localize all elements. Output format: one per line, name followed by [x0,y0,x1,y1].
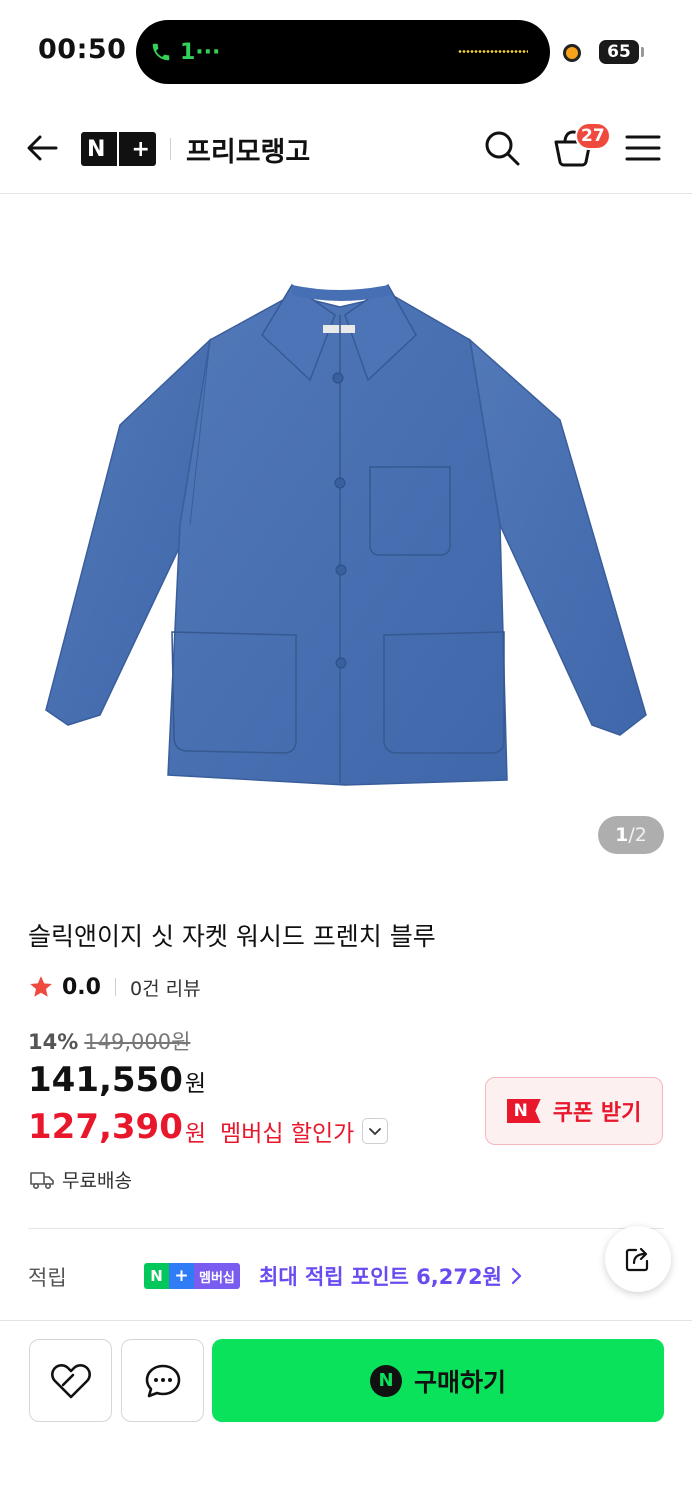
chevron-right-icon [511,1267,522,1285]
audio-wave [458,50,528,53]
logo-plus: + [131,136,150,162]
product-image-carousel[interactable] [0,195,692,885]
original-price: 149,000원 [84,1030,191,1054]
coupon-n-icon: N [506,1099,541,1123]
membership-badge: N + 멤버십 [144,1263,240,1289]
chevron-down-icon [369,1128,382,1135]
sale-price-currency: 원 [184,1071,207,1097]
points-label: 적립 [28,1266,67,1290]
share-button[interactable] [605,1226,671,1292]
truck-icon [30,1171,54,1189]
member-price-label: 멤버십 할인가 [220,1121,355,1147]
logo-separator [117,132,120,166]
sale-price-row: 141,550 원 [28,1060,206,1100]
member-price-expand-button[interactable] [362,1118,389,1144]
chat-button[interactable] [121,1339,204,1422]
back-arrow-icon [27,135,58,161]
naver-pay-icon: N [369,1364,402,1397]
points-row[interactable]: 적립 N + 멤버십 최대 적립 포인트 6,272원 [28,1258,664,1294]
discount-rate: 14% [28,1030,79,1054]
back-button[interactable] [22,128,62,168]
status-bar: 00:50 1··· 65 [0,0,692,100]
naver-plus-logo[interactable]: N + [81,132,156,166]
image-counter-total: 2 [634,824,647,846]
shipping-text: 무료배송 [62,1170,132,1192]
buy-button-label: 구매하기 [413,1367,506,1397]
product-title: 슬릭앤이지 싯 자켓 워시드 프렌치 블루 [28,922,436,951]
header-divider [170,138,171,160]
call-indicator[interactable]: 1··· [150,34,220,70]
wishlist-button[interactable] [29,1339,112,1422]
phone-icon [152,43,170,61]
section-divider [28,1228,664,1229]
battery-tip [641,47,644,57]
top-navigation: N + 프리모랭고 27 [0,100,692,194]
discount-row: 14% 149,000원 [28,1026,190,1056]
member-price-row: 127,390 원 멤버십 할인가 [28,1106,389,1148]
logo-n: N [87,136,106,162]
wishlist-heart-icon [50,1363,91,1398]
max-points-text: 최대 적립 포인트 6,272원 [259,1265,502,1289]
rating-value: 0.0 [62,974,101,1000]
rating-divider [114,978,116,996]
coupon-button[interactable]: N 쿠폰 받기 [485,1077,663,1145]
star-icon [30,976,52,997]
cart-count-badge: 27 [575,122,611,150]
shipping-info: 무료배송 [30,1166,132,1193]
store-name[interactable]: 프리모랭고 [186,130,310,169]
buy-button[interactable]: N 구매하기 [212,1339,664,1422]
product-jacket-image [45,283,647,786]
share-icon [625,1247,649,1272]
chat-bubble-icon [145,1364,180,1397]
image-counter: 1 / 2 [598,816,664,854]
member-price: 127,390 [28,1107,183,1147]
search-icon [485,131,520,166]
membership-badge-plus: + [169,1263,194,1289]
coupon-label: 쿠폰 받기 [552,1101,642,1126]
search-button[interactable] [482,128,522,168]
bottom-action-bar: N 구매하기 [0,1320,692,1500]
dynamic-island[interactable]: 1··· [136,20,550,84]
menu-icon [625,135,661,161]
review-count[interactable]: 0건 리뷰 [130,974,201,1001]
battery-icon: 65 [599,40,639,64]
call-text: 1··· [180,39,221,65]
sale-price: 141,550 [28,1060,183,1100]
privacy-indicator [563,44,581,62]
battery-level: 65 [607,42,631,62]
membership-badge-text: 멤버십 [194,1263,240,1289]
member-price-currency: 원 [184,1121,207,1147]
image-counter-current: 1 [615,824,629,846]
membership-badge-n: N [144,1263,169,1289]
menu-button[interactable] [624,130,662,166]
rating-row[interactable]: 0.0 0건 리뷰 [28,972,201,1002]
status-time: 00:50 [38,34,127,65]
